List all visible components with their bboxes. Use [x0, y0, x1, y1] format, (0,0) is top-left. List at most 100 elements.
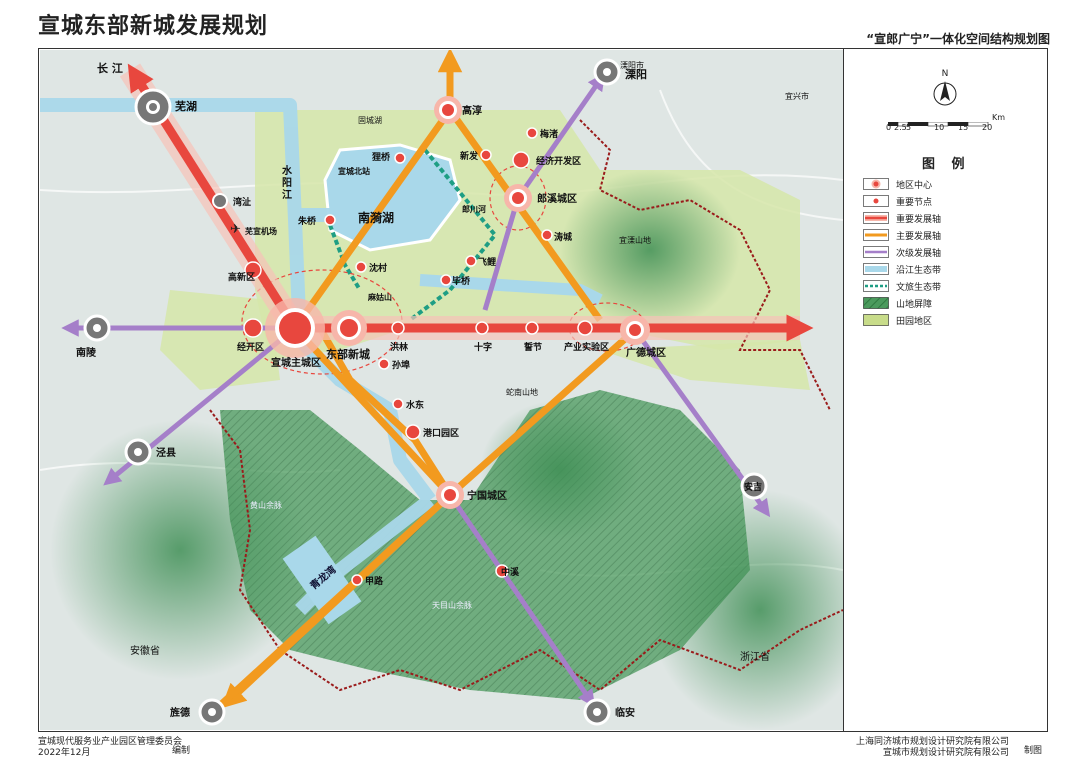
legend-item-major-axis: 重要发展轴: [862, 211, 941, 225]
center-gaochun[interactable]: [434, 96, 462, 124]
node-xinfa[interactable]: [480, 149, 492, 161]
scale-tick: 0: [886, 123, 892, 132]
legend-label: 主要发展轴: [896, 231, 942, 242]
label-hanjie: 誓节: [524, 341, 542, 353]
center-guangde[interactable]: [620, 315, 650, 345]
city-nanling[interactable]: [83, 314, 111, 342]
center-xuancheng-main[interactable]: [265, 298, 325, 358]
label-linan: 临安: [615, 706, 635, 719]
label-shuiyang-2: 阳: [282, 177, 292, 189]
map-subtitle: “宣郎广宁”一体化空间结构规划图: [866, 32, 1050, 46]
center-ningguo[interactable]: [436, 481, 464, 509]
node-shizi[interactable]: [475, 321, 489, 335]
label-zhejiang: 浙江省: [740, 650, 770, 663]
scale-ticks: 0 2.5 5 10 15 20: [886, 123, 1006, 132]
legend-panel: N Km 0 2.5 5 10 15 20 图 例 地区中心 重要节点 重要发展…: [844, 49, 1047, 731]
label-guangde: 广德城区: [626, 346, 666, 359]
label-honglin: 洪林: [390, 341, 409, 353]
label-nanling: 南陵: [76, 346, 97, 359]
scale-tick: 20: [982, 123, 993, 132]
label-liyang-city: 溧阳市: [620, 60, 644, 70]
city-linan[interactable]: [583, 698, 611, 726]
center-langxi[interactable]: [504, 184, 532, 212]
map-svg: ✈ 长 江 芜湖 高淳 溧阳 湾沚 芜宣机场 宣城北站 狸桥 新发 梅渚 经济开…: [40, 50, 843, 730]
city-jingxian[interactable]: [124, 438, 152, 466]
node-port-zone[interactable]: [405, 424, 421, 440]
major-axis-icon: [862, 212, 890, 224]
node-jingkai[interactable]: [243, 318, 263, 338]
legend-item-main-axis: 主要发展轴: [862, 228, 941, 242]
node-shencun[interactable]: [355, 261, 367, 273]
label-langchuan-river: 郎川河: [462, 204, 486, 214]
airport-icon: ✈: [230, 222, 241, 237]
label-econ-zone: 经济开发区: [536, 155, 581, 167]
legend-label: 重要发展轴: [896, 214, 942, 225]
label-meizhu: 梅渚: [540, 128, 558, 140]
node-industry-zone[interactable]: [577, 320, 593, 336]
label-taocheng: 涛城: [554, 231, 572, 243]
node-zhuqiao[interactable]: [324, 214, 336, 226]
label-biqiao: 毕桥: [452, 275, 471, 287]
label-guchenghu: 固城湖: [358, 116, 382, 125]
node-taocheng[interactable]: [541, 229, 553, 241]
node-econ-zone[interactable]: [512, 151, 530, 169]
label-zhuqiao: 朱桥: [297, 215, 317, 227]
secondary-axis-icon: [862, 246, 890, 258]
label-anhui: 安徽省: [130, 644, 160, 657]
label-shizi: 十字: [474, 341, 492, 353]
pastoral-area-icon: [862, 314, 890, 326]
scale-unit: Km: [992, 113, 1006, 122]
node-jialu[interactable]: [351, 574, 363, 586]
scale-tick: 15: [958, 123, 969, 132]
scale-tick: 5: [906, 123, 912, 132]
label-jialu: 甲路: [365, 575, 384, 587]
label-langxi: 郎溪城区: [537, 192, 577, 205]
footer-make: 制图: [1024, 746, 1043, 756]
label-industry-zone: 产业实验区: [564, 341, 609, 353]
legend-label: 山地屏障: [896, 299, 933, 310]
node-biqiao[interactable]: [440, 274, 452, 286]
label-zhongxi: 中溪: [501, 566, 520, 578]
node-feili[interactable]: [465, 255, 477, 267]
label-shuidong: 水东: [406, 399, 424, 411]
node-hanjie[interactable]: [525, 321, 539, 335]
scale-tick: 2.5: [894, 123, 907, 132]
city-liyang[interactable]: [593, 58, 621, 86]
label-anji: 安吉: [744, 481, 762, 493]
map-title: 宣城东部新城发展规划: [38, 14, 269, 39]
city-wuhu[interactable]: [134, 88, 172, 126]
label-shenan-mtn: 蛇南山地: [506, 387, 538, 397]
label-airport: 芜宣机场: [245, 226, 277, 236]
center-east-new-city[interactable]: [331, 310, 367, 346]
legend-item-culture-belt: 文旅生态带: [862, 279, 941, 293]
footer-left: 宣城现代服务业产业园区管理委员会 2022年12月: [38, 737, 182, 759]
legend-label: 田园地区: [896, 316, 933, 327]
cultural-tourism-belt-icon: [862, 280, 890, 292]
node-lidian[interactable]: [394, 152, 406, 164]
label-jingxian: 泾县: [156, 446, 176, 459]
label-feili: 飞鲤: [478, 256, 496, 268]
label-changjiang: 长 江: [97, 61, 123, 75]
legend-label: 次级发展轴: [896, 248, 942, 259]
footer-compile: 编制: [172, 746, 191, 756]
riverside-eco-belt-icon: [862, 263, 890, 275]
footer-org-right-1: 上海同济城市规划设计研究院有限公司: [856, 737, 1010, 747]
hill-shenan: [480, 400, 640, 540]
label-xinfa: 新发: [460, 150, 479, 162]
label-port-zone: 港口园区: [423, 427, 459, 439]
label-sunbu: 孙埠: [392, 359, 410, 371]
node-xiezhi[interactable]: [212, 193, 228, 209]
north-arrow: N: [932, 69, 958, 112]
node-sunbu[interactable]: [378, 358, 390, 370]
legend-item-secondary-axis: 次级发展轴: [862, 245, 941, 259]
node-honglin[interactable]: [391, 321, 405, 335]
city-jingde[interactable]: [198, 698, 226, 726]
node-meizhu[interactable]: [526, 127, 538, 139]
map-canvas[interactable]: ✈ 长 江 芜湖 高淳 溧阳 湾沚 芜宣机场 宣城北站 狸桥 新发 梅渚 经济开…: [40, 50, 843, 730]
scale-tick: 10: [934, 123, 945, 132]
scale-bar: Km 0 2.5 5 10 15 20: [886, 113, 1008, 132]
important-node-icon: [862, 195, 890, 207]
node-shuidong[interactable]: [392, 398, 404, 410]
label-tianmu-range: 天目山余脉: [432, 600, 472, 610]
north-arrow-icon: [933, 81, 957, 106]
